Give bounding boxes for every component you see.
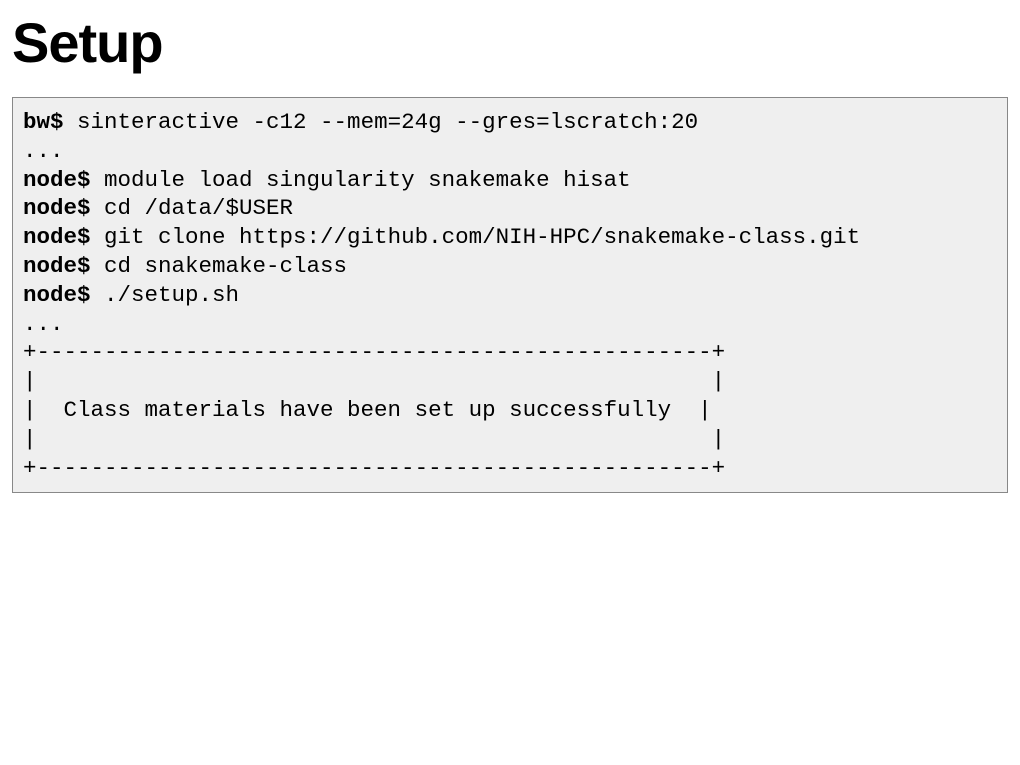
prompt-node: node$	[23, 224, 91, 250]
output-box-pad: | |	[23, 368, 725, 394]
output-box-border: +---------------------------------------…	[23, 339, 725, 365]
cmd-setup-sh: ./setup.sh	[91, 282, 240, 308]
output-ellipsis: ...	[23, 138, 64, 164]
cmd-cd-class: cd snakemake-class	[91, 253, 348, 279]
cmd-git-clone: git clone https://github.com/NIH-HPC/sna…	[91, 224, 861, 250]
output-ellipsis: ...	[23, 311, 64, 337]
output-box-message: | Class materials have been set up succe…	[23, 397, 712, 423]
page-title: Setup	[12, 10, 1008, 75]
prompt-node: node$	[23, 167, 91, 193]
prompt-node: node$	[23, 195, 91, 221]
setup-code-block: bw$ sinteractive -c12 --mem=24g --gres=l…	[12, 97, 1008, 493]
cmd-cd-data: cd /data/$USER	[91, 195, 294, 221]
prompt-bw: bw$	[23, 109, 64, 135]
prompt-node: node$	[23, 253, 91, 279]
output-box-pad: | |	[23, 426, 725, 452]
cmd-sinteractive: sinteractive -c12 --mem=24g --gres=lscra…	[64, 109, 699, 135]
output-box-border: +---------------------------------------…	[23, 455, 725, 481]
cmd-module-load: module load singularity snakemake hisat	[91, 167, 631, 193]
prompt-node: node$	[23, 282, 91, 308]
